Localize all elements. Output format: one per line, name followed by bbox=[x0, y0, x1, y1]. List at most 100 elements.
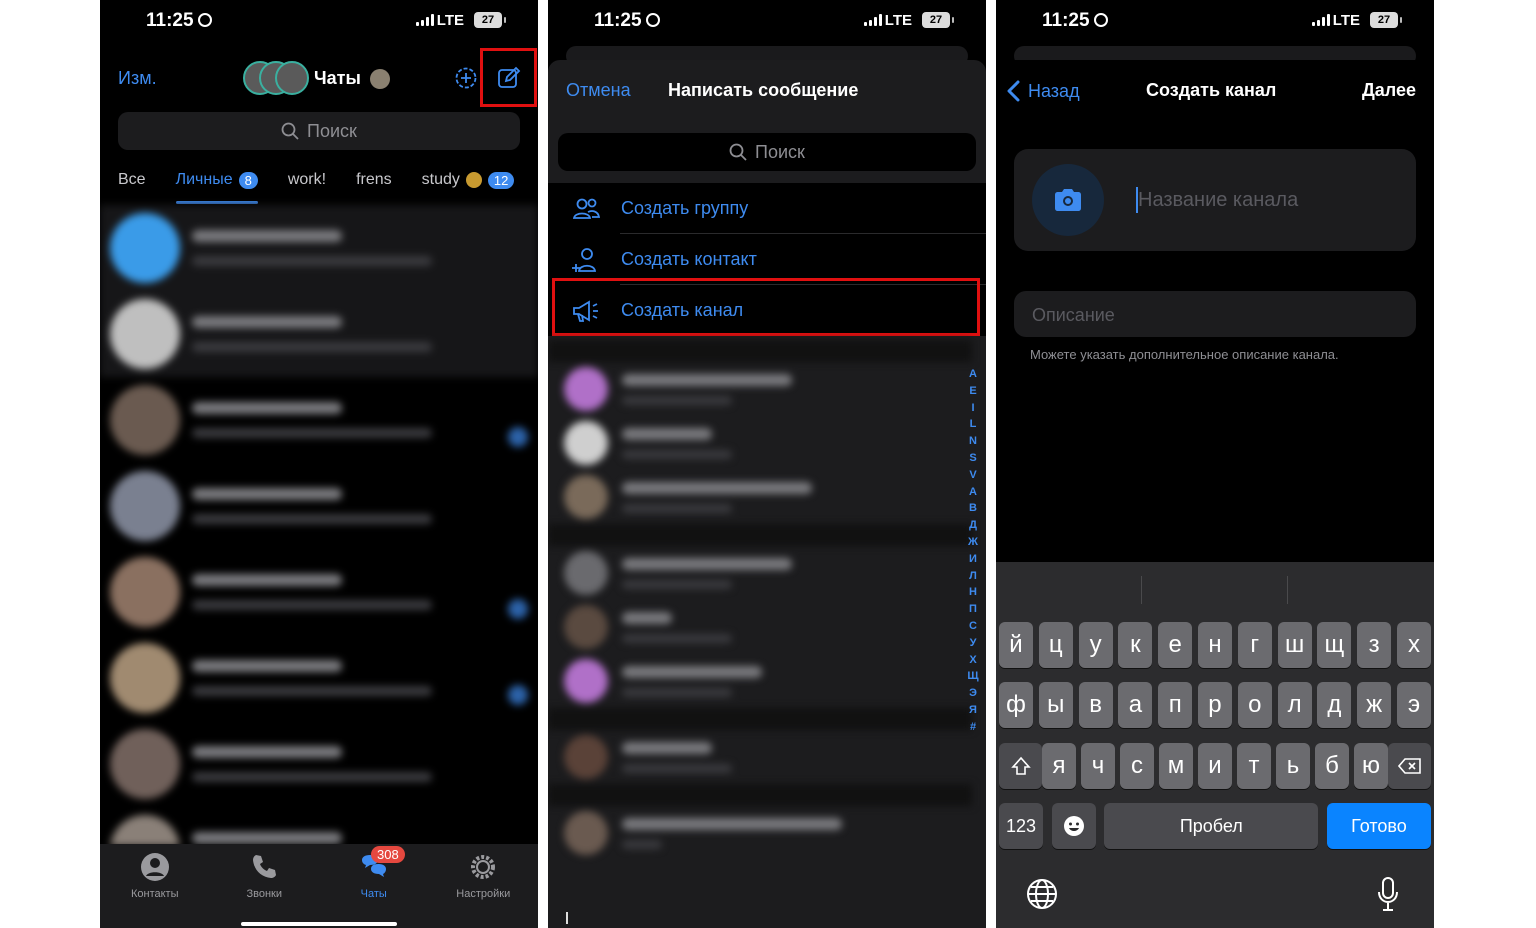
letter-key[interactable]: х bbox=[1396, 622, 1431, 668]
list-item[interactable] bbox=[548, 362, 972, 416]
microphone-icon[interactable] bbox=[1376, 876, 1400, 912]
letter-key[interactable]: б bbox=[1315, 743, 1349, 789]
tab-personal[interactable]: Личные 8 bbox=[175, 166, 259, 204]
index-letter[interactable]: П bbox=[969, 601, 977, 618]
letter-key[interactable]: ы bbox=[1038, 682, 1073, 728]
letter-key[interactable]: т bbox=[1237, 743, 1271, 789]
list-item[interactable] bbox=[548, 546, 972, 600]
index-letter[interactable]: L bbox=[970, 416, 977, 433]
letter-key[interactable]: е bbox=[1158, 622, 1193, 668]
letter-key[interactable]: щ bbox=[1317, 622, 1352, 668]
emoji-key[interactable] bbox=[1051, 803, 1096, 849]
letter-key[interactable]: и bbox=[1198, 743, 1232, 789]
channel-name-input[interactable]: Название канала bbox=[1138, 189, 1298, 212]
list-item[interactable] bbox=[548, 806, 972, 860]
letter-key[interactable]: а bbox=[1118, 682, 1153, 728]
space-key[interactable]: Пробел bbox=[1104, 803, 1319, 849]
list-item[interactable] bbox=[100, 807, 538, 846]
index-letter[interactable]: В bbox=[969, 500, 977, 517]
list-item[interactable] bbox=[548, 470, 972, 524]
index-letter[interactable]: Я bbox=[969, 702, 977, 719]
index-letter[interactable]: I bbox=[971, 400, 974, 417]
list-item[interactable] bbox=[548, 416, 972, 470]
search-input[interactable]: Поиск bbox=[118, 112, 520, 150]
index-letter[interactable]: Н bbox=[969, 584, 977, 601]
tab-contacts[interactable]: Контакты bbox=[100, 844, 210, 928]
tab-frens[interactable]: frens bbox=[356, 166, 392, 194]
tab-settings[interactable]: Настройки bbox=[429, 844, 539, 928]
index-letter[interactable]: С bbox=[969, 618, 977, 635]
tab-chats[interactable]: 308 Чаты bbox=[319, 844, 429, 928]
cancel-button[interactable]: Отмена bbox=[566, 80, 631, 101]
index-letter[interactable]: У bbox=[970, 635, 977, 652]
letter-key[interactable]: г bbox=[1237, 622, 1272, 668]
letter-key[interactable]: ю bbox=[1354, 743, 1388, 789]
shift-key[interactable] bbox=[999, 743, 1042, 789]
index-letter[interactable]: E bbox=[969, 383, 976, 400]
list-item[interactable] bbox=[100, 377, 538, 463]
letter-key[interactable]: р bbox=[1197, 682, 1232, 728]
tab-label: study bbox=[421, 171, 460, 188]
list-item[interactable] bbox=[100, 549, 538, 635]
list-item[interactable] bbox=[100, 291, 538, 377]
list-item[interactable] bbox=[548, 730, 972, 784]
list-item[interactable] bbox=[100, 721, 538, 807]
letter-key[interactable]: л bbox=[1277, 682, 1312, 728]
letter-key[interactable]: м bbox=[1159, 743, 1193, 789]
done-key[interactable]: Готово bbox=[1326, 803, 1431, 849]
set-photo-button[interactable] bbox=[1032, 164, 1104, 236]
tab-calls[interactable]: Звонки bbox=[210, 844, 320, 928]
index-letter[interactable]: S bbox=[969, 450, 976, 467]
index-letter[interactable]: Д bbox=[969, 517, 977, 534]
letter-key[interactable]: д bbox=[1317, 682, 1352, 728]
letter-key[interactable]: у bbox=[1078, 622, 1113, 668]
description-field[interactable]: Описание bbox=[1014, 291, 1416, 337]
index-letter[interactable]: А bbox=[969, 484, 977, 501]
back-button[interactable]: Назад bbox=[1006, 80, 1080, 102]
numbers-key[interactable]: 123 bbox=[999, 803, 1043, 849]
tab-all[interactable]: Все bbox=[118, 166, 146, 194]
list-item[interactable] bbox=[100, 635, 538, 721]
letter-key[interactable]: ч bbox=[1081, 743, 1115, 789]
index-letter[interactable]: Ж bbox=[968, 534, 978, 551]
letter-key[interactable]: к bbox=[1118, 622, 1153, 668]
list-item[interactable] bbox=[548, 654, 972, 708]
letter-key[interactable]: э bbox=[1396, 682, 1431, 728]
letter-key[interactable]: й bbox=[999, 622, 1033, 668]
letter-key[interactable]: я bbox=[1042, 743, 1076, 789]
index-letter[interactable]: Щ bbox=[967, 668, 978, 685]
letter-key[interactable]: с bbox=[1120, 743, 1154, 789]
letter-key[interactable]: ж bbox=[1357, 682, 1392, 728]
add-story-icon[interactable] bbox=[455, 67, 477, 89]
letter-key[interactable]: ц bbox=[1038, 622, 1073, 668]
list-item[interactable] bbox=[100, 463, 538, 549]
letter-key[interactable]: п bbox=[1158, 682, 1193, 728]
index-letter[interactable]: Э bbox=[969, 685, 977, 702]
index-letter[interactable]: Х bbox=[969, 652, 976, 669]
list-item[interactable] bbox=[100, 205, 538, 291]
tab-study[interactable]: study 12 bbox=[422, 166, 515, 194]
index-letter[interactable]: Л bbox=[969, 568, 977, 585]
letter-key[interactable]: ш bbox=[1277, 622, 1312, 668]
letter-key[interactable]: в bbox=[1078, 682, 1113, 728]
backspace-key[interactable] bbox=[1388, 743, 1431, 789]
index-letter[interactable]: И bbox=[969, 551, 977, 568]
tab-work[interactable]: work! bbox=[288, 166, 326, 194]
next-button[interactable]: Далее bbox=[1362, 80, 1416, 101]
letter-key[interactable]: з bbox=[1357, 622, 1392, 668]
create-group-button[interactable]: Создать группу bbox=[548, 183, 986, 234]
search-input[interactable]: Поиск bbox=[558, 133, 976, 171]
edit-button[interactable]: Изм. bbox=[118, 68, 157, 89]
index-letter[interactable]: N bbox=[969, 433, 977, 450]
letter-key[interactable]: ь bbox=[1276, 743, 1310, 789]
index-letter[interactable]: V bbox=[969, 467, 976, 484]
letter-key[interactable]: н bbox=[1197, 622, 1232, 668]
index-letter[interactable]: # bbox=[970, 719, 976, 736]
list-item[interactable] bbox=[548, 600, 972, 654]
letter-key[interactable]: ф bbox=[999, 682, 1033, 728]
stories-avatars[interactable] bbox=[243, 61, 309, 95]
globe-icon[interactable] bbox=[1026, 878, 1058, 910]
letter-key[interactable]: о bbox=[1237, 682, 1272, 728]
alphabet-index[interactable]: A E I L N S V А В Д Ж И Л Н П С У Х Щ Э Я # bbox=[966, 366, 980, 736]
index-letter[interactable]: A bbox=[969, 366, 977, 383]
